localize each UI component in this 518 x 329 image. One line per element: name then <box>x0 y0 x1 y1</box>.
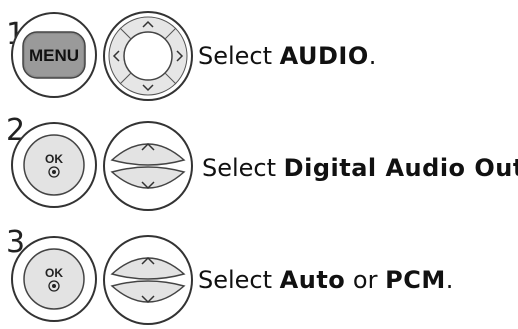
menu-button-label: MENU <box>29 46 79 65</box>
menu-button[interactable]: MENU <box>9 10 99 100</box>
ok-button[interactable]: OK <box>9 120 99 210</box>
step-3: 3 OK Select Auto or PCM. <box>0 222 518 329</box>
instruction-prefix: Select <box>198 266 280 294</box>
instruction-suffix: . <box>368 42 377 70</box>
instruction-option-pcm: PCM <box>385 266 446 294</box>
instruction-prefix: Select <box>202 154 284 182</box>
ok-button[interactable]: OK <box>9 234 99 324</box>
instruction-prefix: Select <box>198 42 280 70</box>
instruction-conjunction: or <box>345 266 386 294</box>
step-1-instruction: Select AUDIO. <box>198 42 376 70</box>
instruction-suffix: . <box>445 266 454 294</box>
up-down-buttons-icon[interactable] <box>102 120 194 212</box>
ok-button-label: OK <box>45 266 63 280</box>
step-2-instruction: Select Digital Audio Out. <box>202 154 518 182</box>
instruction-option-auto: Auto <box>279 266 346 294</box>
step-3-instruction: Select Auto or PCM. <box>198 266 453 294</box>
instruction-menu-name: AUDIO <box>279 42 369 70</box>
direction-pad-icon[interactable] <box>102 10 194 102</box>
step-2: 2 OK Select Digital Audio Out. <box>0 112 518 218</box>
instruction-menu-name: Digital Audio Out <box>283 154 518 182</box>
step-1: 1 MENU Select AUDIO. <box>0 0 518 110</box>
up-down-buttons-icon[interactable] <box>102 234 194 326</box>
ok-button-label: OK <box>45 152 63 166</box>
